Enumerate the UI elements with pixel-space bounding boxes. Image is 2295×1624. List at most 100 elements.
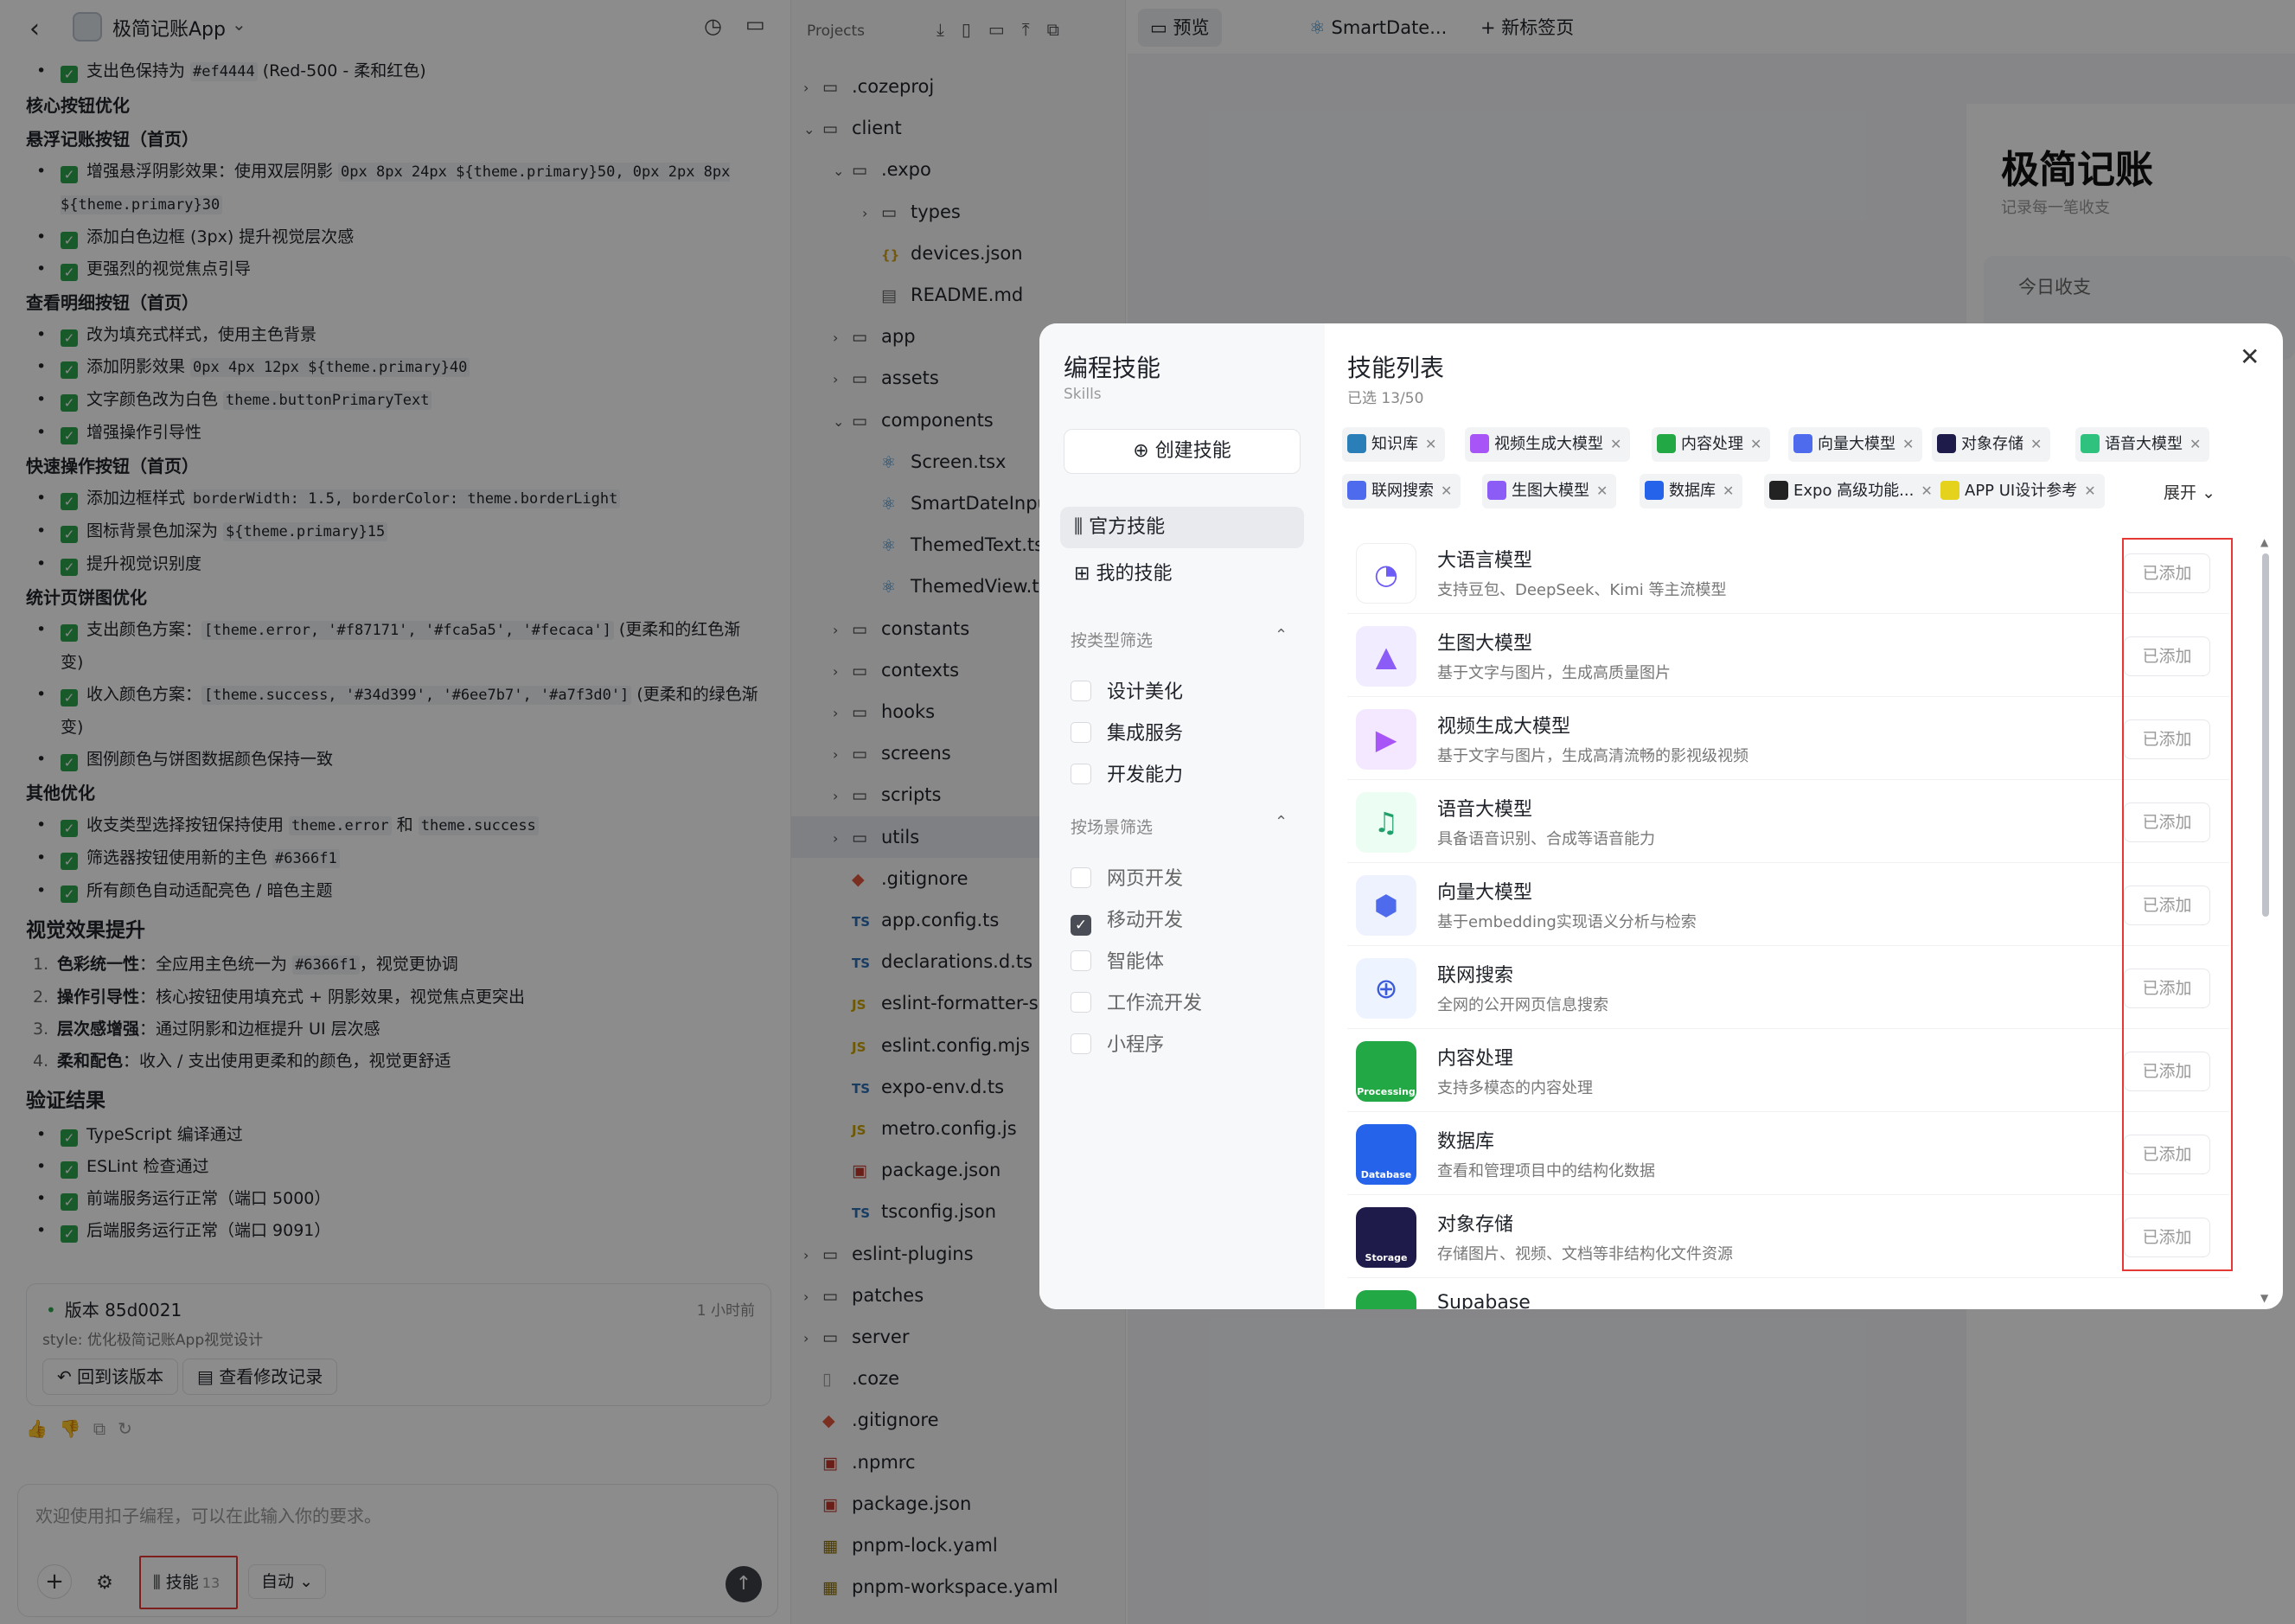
filter-checkbox[interactable]: 设计美化 <box>1071 676 1183 704</box>
checkbox-checked-icon: ✓ <box>1071 915 1091 936</box>
scroll-down-icon[interactable]: ▼ <box>2260 1292 2268 1304</box>
skills-nav-item[interactable]: ⫼ 官方技能 <box>1060 507 1304 548</box>
filter-checkbox[interactable]: 开发能力 <box>1071 759 1183 787</box>
checkbox-icon <box>1071 950 1091 971</box>
skill-row[interactable]: Processing 内容处理 支持多模态的内容处理 已添加 <box>1347 1029 2229 1112</box>
skill-row[interactable]: Supabase <box>1347 1278 2229 1309</box>
skills-sidebar: 编程技能 Skills ⊕ 创建技能 ⫼ 官方技能 ⊞ 我的技能 按类型筛选 ⌃ 设… <box>1039 323 1325 1309</box>
chip-label: 知识库 <box>1371 435 1418 453</box>
remove-chip-icon[interactable]: ✕ <box>1750 436 1761 452</box>
scrollbar-thumb[interactable] <box>2262 553 2269 917</box>
skill-added-button[interactable]: 已添加 <box>2124 1135 2210 1174</box>
skills-nav-label: 我的技能 <box>1096 563 1173 585</box>
skill-chip[interactable]: 对象存储 ✕ <box>1932 427 2051 462</box>
skill-name: 数据库 <box>1437 1131 1495 1153</box>
skill-row[interactable]: ▶ 视频生成大模型 基于文字与图片，生成高清流畅的影视级视频 已添加 <box>1347 697 2229 780</box>
skill-row[interactable]: ⊕ 联网搜索 全网的公开网页信息搜索 已添加 <box>1347 946 2229 1029</box>
skills-sidebar-subtitle: Skills <box>1064 386 1102 403</box>
skill-chip[interactable]: 语音大模型 ✕ <box>2075 427 2210 462</box>
skill-row[interactable]: ▲ 生图大模型 基于文字与图片，生成高质量图片 已添加 <box>1347 614 2229 697</box>
skill-name: 对象存储 <box>1437 1214 1514 1236</box>
remove-chip-icon[interactable]: ✕ <box>2084 483 2095 499</box>
chip-label: 向量大模型 <box>1818 435 1895 453</box>
library-icon: ⫼ <box>1074 516 1090 538</box>
skill-description: 具备语音识别、合成等语音能力 <box>1437 830 1655 848</box>
chevron-up-icon: ⌃ <box>1275 813 1288 831</box>
filter-checkbox[interactable]: 小程序 <box>1071 1029 1164 1057</box>
chip-skill-icon <box>1645 481 1664 500</box>
remove-chip-icon[interactable]: ✕ <box>1596 483 1608 499</box>
skill-icon: ◔ <box>1356 543 1416 604</box>
filter-checkbox[interactable]: 智能体 <box>1071 946 1164 974</box>
skill-chip[interactable]: 视频生成大模型 ✕ <box>1465 427 1631 462</box>
scene-filter-header[interactable]: 按场景筛选 ⌃ <box>1071 813 1288 838</box>
skill-chip[interactable]: 向量大模型 ✕ <box>1788 427 1923 462</box>
skill-row[interactable]: ⬢ 向量大模型 基于embedding实现语义分析与检索 已添加 <box>1347 863 2229 946</box>
skill-added-button[interactable]: 已添加 <box>2124 969 2210 1008</box>
skill-row[interactable]: ♫ 语音大模型 具备语音识别、合成等语音能力 已添加 <box>1347 780 2229 863</box>
skill-chip[interactable]: 数据库 ✕ <box>1640 474 1743 508</box>
remove-chip-icon[interactable]: ✕ <box>1441 483 1452 499</box>
skill-description: 查看和管理项目中的结构化数据 <box>1437 1162 1655 1180</box>
create-skill-button[interactable]: ⊕ 创建技能 <box>1064 429 1301 474</box>
filter-checkbox[interactable]: 集成服务 <box>1071 718 1183 745</box>
skill-row[interactable]: ◔ 大语言模型 支持豆包、DeepSeek、Kimi 等主流模型 已添加 <box>1347 531 2229 614</box>
skill-icon: ⊕ <box>1356 958 1416 1019</box>
remove-chip-icon[interactable]: ✕ <box>1902 436 1914 452</box>
filter-label: 小程序 <box>1107 1034 1165 1056</box>
remove-chip-icon[interactable]: ✕ <box>1425 436 1436 452</box>
chip-skill-icon <box>1769 481 1788 500</box>
skill-added-button[interactable]: 已添加 <box>2124 636 2210 676</box>
filter-checkbox[interactable]: 网页开发 <box>1071 863 1183 891</box>
filter-checkbox[interactable]: ✓ 移动开发 <box>1071 905 1183 936</box>
chip-label: 生图大模型 <box>1512 482 1589 500</box>
skill-icon: Storage <box>1356 1207 1416 1268</box>
skill-name: 视频生成大模型 <box>1437 716 1571 738</box>
skill-name: 语音大模型 <box>1437 799 1533 821</box>
chip-skill-icon <box>1487 481 1506 500</box>
remove-chip-icon[interactable]: ✕ <box>2030 436 2042 452</box>
expand-button[interactable]: 展开 ⌄ <box>2164 476 2215 510</box>
skill-icon: ▶ <box>1356 709 1416 770</box>
close-icon[interactable]: ✕ <box>2240 342 2260 371</box>
checkbox-icon <box>1071 764 1091 784</box>
skill-name: 联网搜索 <box>1437 965 1514 987</box>
chip-label: 数据库 <box>1669 482 1716 500</box>
chip-skill-icon <box>1937 434 1956 453</box>
skills-nav-label: 官方技能 <box>1089 516 1166 538</box>
filter-label: 网页开发 <box>1107 868 1184 890</box>
remove-chip-icon[interactable]: ✕ <box>1723 483 1734 499</box>
skill-chip[interactable]: 内容处理 ✕ <box>1652 427 1771 462</box>
skill-description: 存储图片、视频、文档等非结构化文件资源 <box>1437 1245 1733 1263</box>
skill-name: 大语言模型 <box>1437 550 1533 572</box>
skill-chip[interactable]: 知识库 ✕ <box>1342 427 1446 462</box>
remove-chip-icon[interactable]: ✕ <box>2190 436 2201 452</box>
skill-added-button[interactable]: 已添加 <box>2124 1052 2210 1091</box>
skill-name: 向量大模型 <box>1437 882 1533 904</box>
remove-chip-icon[interactable]: ✕ <box>1921 483 1932 499</box>
skill-chip[interactable]: 生图大模型 ✕ <box>1482 474 1617 508</box>
skill-list-scrollbar[interactable]: ▲ ▼ <box>2260 536 2271 1304</box>
remove-chip-icon[interactable]: ✕ <box>1610 436 1621 452</box>
scroll-up-icon[interactable]: ▲ <box>2260 536 2268 548</box>
chip-skill-icon <box>1347 434 1366 453</box>
skill-chip[interactable]: Expo 高级功能... ✕ <box>1764 474 1941 508</box>
chip-skill-icon <box>2081 434 2100 453</box>
skill-added-button[interactable]: 已添加 <box>2124 1218 2210 1257</box>
skill-added-button[interactable]: 已添加 <box>2124 886 2210 925</box>
filter-label: 移动开发 <box>1107 910 1184 931</box>
skill-added-button[interactable]: 已添加 <box>2124 553 2210 593</box>
skill-chip[interactable]: 联网搜索 ✕ <box>1342 474 1461 508</box>
skill-row[interactable]: Database 数据库 查看和管理项目中的结构化数据 已添加 <box>1347 1112 2229 1195</box>
type-filter-header[interactable]: 按类型筛选 ⌃ <box>1071 626 1288 651</box>
expand-label: 展开 <box>2164 483 2197 502</box>
create-skill-label: 创建技能 <box>1154 440 1231 462</box>
skills-nav-item[interactable]: ⊞ 我的技能 <box>1060 553 1304 595</box>
skill-name: 内容处理 <box>1437 1048 1514 1070</box>
skill-added-button[interactable]: 已添加 <box>2124 719 2210 759</box>
skill-icon: Processing <box>1356 1041 1416 1102</box>
skill-added-button[interactable]: 已添加 <box>2124 802 2210 842</box>
skill-chip[interactable]: APP UI设计参考 ✕ <box>1935 474 2105 508</box>
skill-row[interactable]: Storage 对象存储存储图片、视频、文档等非结构化文件资源 已添加 <box>1347 1195 2229 1278</box>
filter-checkbox[interactable]: 工作流开发 <box>1071 988 1202 1015</box>
